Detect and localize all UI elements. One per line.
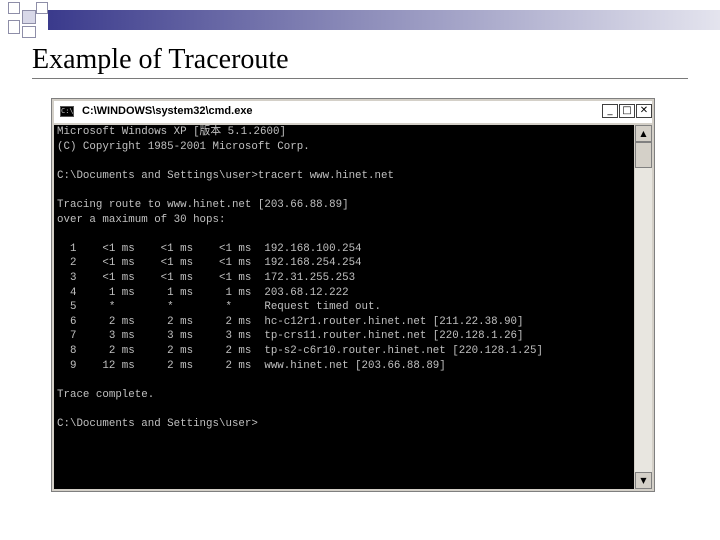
console-line: 9 12 ms 2 ms 2 ms www.hinet.net [203.66.… <box>57 359 446 372</box>
minimize-button[interactable]: _ <box>602 104 618 118</box>
console-line: 2 <1 ms <1 ms <1 ms 192.168.254.254 <box>57 257 362 270</box>
window-title: C:\WINDOWS\system32\cmd.exe <box>82 105 253 117</box>
scroll-down-icon[interactable]: ▼ <box>635 472 652 489</box>
slide-title: Example of Traceroute <box>32 44 289 75</box>
cmd-icon[interactable]: C:\ <box>60 106 74 117</box>
title-divider <box>32 78 688 79</box>
console-line: 1 <1 ms <1 ms <1 ms 192.168.100.254 <box>57 242 362 255</box>
maximize-button[interactable]: □ <box>619 104 635 118</box>
console-line: 5 * * * Request timed out. <box>57 301 381 314</box>
console-line: Trace complete. <box>57 388 155 401</box>
window-titlebar[interactable]: C:\ C:\WINDOWS\system32\cmd.exe _ □ ✕ <box>54 101 652 123</box>
console-line: C:\Documents and Settings\user>tracert w… <box>57 169 394 182</box>
console-line: 6 2 ms 2 ms 2 ms hc-c12r1.router.hinet.n… <box>57 315 524 328</box>
console-line: C:\Documents and Settings\user> <box>57 417 258 430</box>
cmd-window: C:\ C:\WINDOWS\system32\cmd.exe _ □ ✕ Mi… <box>51 98 655 492</box>
scroll-thumb[interactable] <box>635 142 652 168</box>
console-line: 3 <1 ms <1 ms <1 ms 172.31.255.253 <box>57 271 356 284</box>
deco-square <box>22 26 36 38</box>
console-line: 4 1 ms 1 ms 1 ms 203.68.12.222 <box>57 286 349 299</box>
console-line: Microsoft Windows XP [版本 5.1.2600] <box>57 126 286 138</box>
console-line: 8 2 ms 2 ms 2 ms tp-s2-c6r10.router.hine… <box>57 344 543 357</box>
deco-square <box>36 2 48 14</box>
deco-square <box>8 20 20 34</box>
console-line: Tracing route to www.hinet.net [203.66.8… <box>57 198 349 211</box>
scroll-up-icon[interactable]: ▲ <box>635 125 652 142</box>
vertical-scrollbar[interactable]: ▲ ▼ <box>635 125 652 489</box>
header-gradient-bar <box>48 10 720 30</box>
console-line: (C) Copyright 1985-2001 Microsoft Corp. <box>57 140 310 153</box>
console-line: 7 3 ms 3 ms 3 ms tp-crs11.router.hinet.n… <box>57 330 524 343</box>
header-decoration <box>0 0 720 40</box>
deco-square <box>22 10 36 24</box>
console-output[interactable]: Microsoft Windows XP [版本 5.1.2600] (C) Co… <box>54 125 634 489</box>
console-line: over a maximum of 30 hops: <box>57 213 226 226</box>
deco-square <box>8 2 20 14</box>
close-button[interactable]: ✕ <box>636 104 652 118</box>
